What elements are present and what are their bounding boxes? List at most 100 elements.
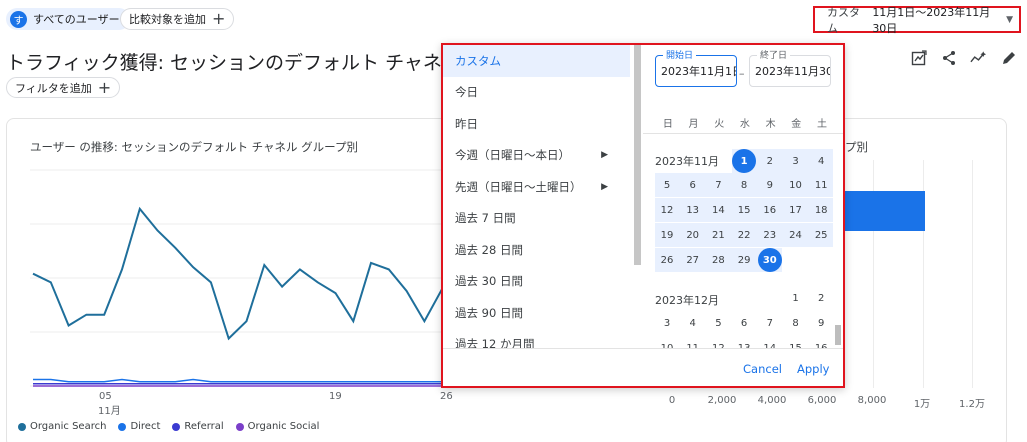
preset-label: 昨日	[455, 116, 478, 131]
calendar-day[interactable]: 14	[758, 336, 782, 349]
calendar-day[interactable]: 2	[809, 286, 833, 310]
legend-dot	[172, 422, 181, 431]
series-line-direct[interactable]	[33, 378, 460, 383]
calendar-scrollbar[interactable]	[835, 325, 841, 345]
calendar-day[interactable]: 15	[784, 336, 808, 349]
calendar-day[interactable]: 16	[809, 336, 833, 349]
weekday-label: 月	[688, 119, 699, 130]
submenu-arrow-icon: ▶	[601, 150, 608, 161]
preset-label: 過去 30 日間	[455, 274, 523, 289]
month-label-december: 2023年12月	[655, 294, 719, 307]
calendar-day[interactable]: 13	[732, 336, 756, 349]
preset-last-90-days[interactable]: 過去 90 日間	[443, 297, 638, 329]
preset-label: 過去 28 日間	[455, 242, 523, 257]
calendar-day[interactable]: 14	[706, 198, 730, 222]
insights-icon[interactable]	[970, 49, 987, 66]
calendar-day[interactable]: 27	[681, 248, 705, 272]
calendar-day[interactable]: 15	[732, 198, 756, 222]
calendar-day[interactable]: 22	[732, 223, 756, 247]
legend-item-referral[interactable]: Referral	[172, 421, 224, 432]
preset-today[interactable]: 今日	[443, 77, 638, 109]
x-tick-label: 11月	[98, 406, 121, 417]
customize-report-icon[interactable]	[910, 49, 927, 66]
apply-button[interactable]: Apply	[797, 362, 829, 376]
weekday-label: 金	[791, 119, 802, 130]
preset-last-30-days[interactable]: 過去 30 日間	[443, 266, 638, 298]
calendar-day[interactable]: 19	[655, 223, 679, 247]
picker-footer: Cancel Apply	[443, 348, 843, 386]
preset-last-week[interactable]: 先週（日曜日～土曜日） ▶	[443, 171, 638, 203]
legend-item-organic-social[interactable]: Organic Social	[235, 421, 320, 432]
calendar-day[interactable]: 23	[758, 223, 782, 247]
calendar-day[interactable]: 4	[809, 149, 833, 173]
calendar-day[interactable]: 2	[758, 149, 782, 173]
calendar-day[interactable]: 5	[706, 311, 730, 335]
preset-yesterday[interactable]: 昨日	[443, 108, 638, 140]
series-line-organic-search[interactable]	[32, 206, 460, 341]
preset-this-week[interactable]: 今週（日曜日～本日） ▶	[443, 140, 638, 172]
legend-item-direct[interactable]: Direct	[118, 421, 160, 432]
calendar-day[interactable]: 26	[655, 248, 679, 272]
calendar-day[interactable]: 13	[681, 198, 705, 222]
calendar-day[interactable]: 18	[809, 198, 833, 222]
bar-tick-label: 1.2万	[959, 399, 985, 410]
calendar-day[interactable]: 3	[655, 311, 679, 335]
calendar-day[interactable]: 1	[784, 286, 808, 310]
calendar-day[interactable]: 30	[757, 248, 782, 272]
calendar-day[interactable]: 21	[706, 223, 730, 247]
preset-label: 過去 7 日間	[455, 211, 516, 226]
preset-label: 先週（日曜日～土曜日）	[455, 179, 582, 194]
submenu-arrow-icon: ▶	[601, 181, 608, 192]
calendar-day[interactable]: 4	[681, 311, 705, 335]
calendar-day[interactable]: 6	[732, 311, 756, 335]
end-date-value: 2023年11月30日	[755, 65, 830, 78]
calendar-day[interactable]: 7	[706, 173, 730, 197]
calendar-divider	[643, 133, 843, 134]
legend-label: Organic Social	[247, 421, 320, 432]
calendar-day[interactable]: 8	[732, 173, 756, 197]
calendar-day[interactable]: 8	[784, 311, 808, 335]
calendar-day[interactable]: 10	[784, 173, 808, 197]
calendar-day[interactable]: 17	[784, 198, 808, 222]
calendar-day[interactable]: 7	[758, 311, 782, 335]
x-tick-label: 05	[99, 391, 112, 402]
calendar-day[interactable]: 9	[758, 173, 782, 197]
preset-scrollbar[interactable]	[634, 45, 641, 265]
preset-last-12-months[interactable]: 過去 12 か月間	[443, 329, 638, 348]
bar-tick-label: 1万	[913, 399, 931, 410]
calendar-day[interactable]: 1	[732, 149, 757, 173]
weekday-label: 土	[816, 119, 827, 130]
weekday-label: 水	[739, 119, 750, 130]
calendar-day[interactable]: 28	[706, 248, 730, 272]
bar-tick-label: 4,000	[757, 395, 787, 406]
preset-last-28-days[interactable]: 過去 28 日間	[443, 234, 638, 266]
edit-pencil-icon[interactable]	[1000, 49, 1017, 66]
calendar-day[interactable]: 24	[784, 223, 808, 247]
preset-label: 過去 12 か月間	[455, 337, 535, 348]
calendar-day[interactable]: 16	[758, 198, 782, 222]
calendar-day[interactable]: 11	[809, 173, 833, 197]
calendar-day[interactable]: 29	[732, 248, 756, 272]
preset-custom[interactable]: カスタム	[443, 45, 630, 77]
calendar-day[interactable]: 11	[681, 336, 705, 349]
preset-label: カスタム	[455, 53, 501, 68]
bar-organic-search[interactable]	[845, 191, 925, 231]
bar-gridline	[972, 160, 973, 388]
calendar-day[interactable]: 25	[809, 223, 833, 247]
calendar-day[interactable]: 6	[681, 173, 705, 197]
calendar-day[interactable]: 9	[809, 311, 833, 335]
calendar-day[interactable]: 3	[784, 149, 808, 173]
calendar-day[interactable]: 12	[706, 336, 730, 349]
preset-last-7-days[interactable]: 過去 7 日間	[443, 203, 638, 235]
calendar-day[interactable]: 10	[655, 336, 679, 349]
caret-down-icon: ▼	[1006, 14, 1013, 25]
date-range-selector[interactable]: カスタム 11月1日～2023年11月30日 ▼	[813, 6, 1021, 35]
start-date-label: 開始日	[663, 48, 697, 61]
cancel-button[interactable]: Cancel	[743, 362, 782, 376]
calendar-day[interactable]: 20	[681, 223, 705, 247]
calendar-day[interactable]: 12	[655, 198, 679, 222]
legend-item-organic-search[interactable]: Organic Search	[18, 421, 106, 432]
calendar-day[interactable]: 5	[655, 173, 679, 197]
start-date-value: 2023年11月1日	[661, 65, 737, 78]
share-icon[interactable]	[940, 49, 957, 66]
